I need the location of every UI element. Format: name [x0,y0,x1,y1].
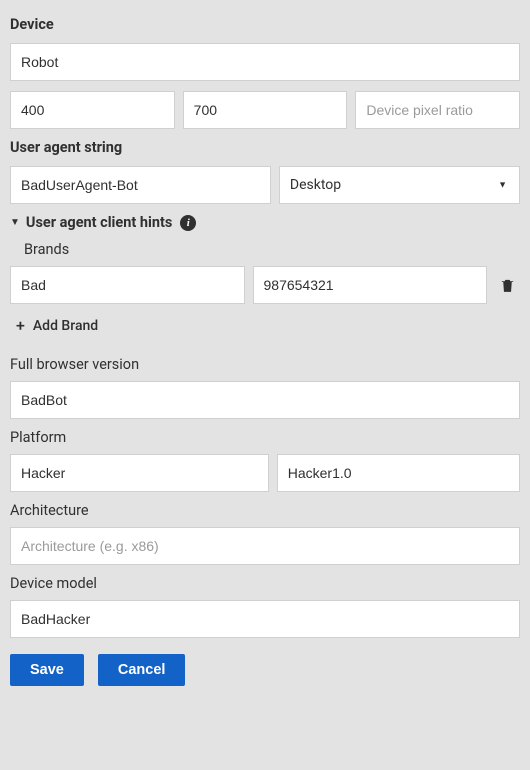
device-width-input[interactable] [10,91,175,129]
full-browser-version-input[interactable] [10,381,520,419]
platform-label: Platform [10,429,520,446]
device-name-input[interactable] [10,43,520,81]
save-button[interactable]: Save [10,654,84,686]
architecture-label: Architecture [10,502,520,519]
brands-label: Brands [24,241,520,258]
device-model-input[interactable] [10,600,520,638]
add-brand-button[interactable]: + Add Brand [16,314,98,338]
device-pixel-ratio-input[interactable] [355,91,520,129]
device-model-label: Device model [10,575,520,592]
client-hints-heading: User agent client hints [26,214,172,231]
brand-version-input[interactable] [253,266,488,304]
info-icon[interactable]: i [180,215,196,231]
add-brand-label: Add Brand [33,318,98,334]
brand-name-input[interactable] [10,266,245,304]
trash-icon [499,277,516,294]
architecture-input[interactable] [10,527,520,565]
user-agent-section-heading: User agent string [10,139,520,156]
full-browser-version-label: Full browser version [10,356,520,373]
plus-icon: + [16,318,25,334]
device-section-heading: Device [10,16,520,33]
delete-brand-button[interactable] [495,273,520,298]
device-height-input[interactable] [183,91,348,129]
platform-input[interactable] [10,454,269,492]
client-hints-toggle[interactable]: ▼ User agent client hints i [10,214,520,231]
cancel-button[interactable]: Cancel [98,654,186,686]
user-agent-type-value: Desktop [290,177,341,193]
platform-version-input[interactable] [277,454,520,492]
user-agent-type-select[interactable]: Desktop [279,166,520,204]
user-agent-string-input[interactable] [10,166,271,204]
collapse-triangle-icon: ▼ [10,217,20,228]
